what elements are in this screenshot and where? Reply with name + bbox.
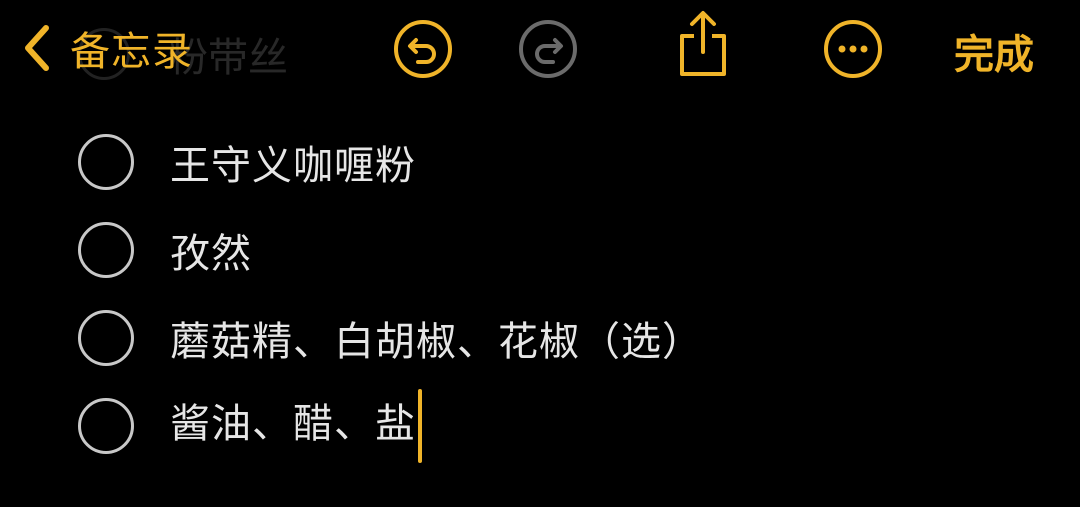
redo-icon — [519, 20, 577, 78]
checklist-circle[interactable] — [78, 310, 134, 366]
checklist-item-text[interactable]: 孜然 — [170, 221, 252, 279]
undo-button[interactable] — [392, 18, 454, 80]
toolbar: 备忘录 完成 — [0, 0, 1080, 100]
checklist-item: 孜然 — [78, 206, 1038, 294]
back-button[interactable]: 备忘录 — [22, 18, 193, 78]
checklist-item: 王守义咖喱粉 — [78, 118, 1038, 206]
share-icon — [680, 11, 726, 76]
checklist-circle[interactable] — [78, 398, 134, 454]
done-button[interactable]: 完成 — [954, 22, 1034, 80]
checklist-item-text[interactable]: 蘑菇精、白胡椒、花椒（选） — [170, 309, 703, 367]
checklist-item-text-value: 酱油、醋、盐 — [170, 401, 416, 447]
more-icon — [824, 20, 882, 78]
checklist-circle[interactable] — [78, 222, 134, 278]
checklist-item-text[interactable]: 王守义咖喱粉 — [170, 133, 416, 191]
checklist: 王守义咖喱粉 孜然 蘑菇精、白胡椒、花椒（选） 酱油、醋、盐 — [78, 118, 1038, 470]
chevron-left-icon — [25, 25, 49, 71]
checklist-item: 酱油、醋、盐 — [78, 382, 1038, 470]
text-cursor — [418, 389, 422, 463]
redo-button[interactable] — [517, 18, 579, 80]
notes-editor-screen: 粉带丝 备忘录 完成 王守义咖喱粉 孜然 蘑菇精、白胡椒、花椒（选） 酱油、醋、… — [0, 0, 1080, 507]
undo-icon — [394, 20, 452, 78]
share-button[interactable] — [672, 8, 734, 80]
back-label: 备忘录 — [70, 29, 193, 75]
more-button[interactable] — [822, 18, 884, 80]
checklist-circle[interactable] — [78, 134, 134, 190]
checklist-item: 蘑菇精、白胡椒、花椒（选） — [78, 294, 1038, 382]
checklist-item-text[interactable]: 酱油、醋、盐 — [170, 389, 422, 463]
